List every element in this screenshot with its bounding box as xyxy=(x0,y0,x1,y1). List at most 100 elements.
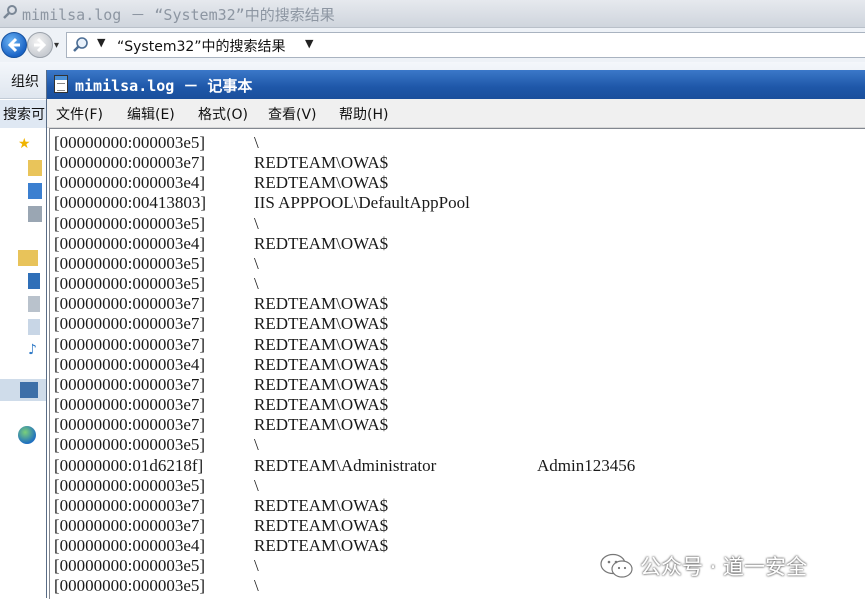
log-line-id: [00000000:000003e5] xyxy=(54,556,206,576)
log-line-user: IIS APPPOOL\DefaultAppPool xyxy=(254,193,470,213)
log-line-id: [00000000:000003e7] xyxy=(54,415,206,435)
notepad-title-bar[interactable]: mimilsa.log － 记事本 xyxy=(47,70,865,99)
folder-icon[interactable] xyxy=(28,160,42,176)
log-line-user: REDTEAM\OWA$ xyxy=(254,294,389,314)
log-line-id: [00000000:000003e7] xyxy=(54,515,206,535)
log-line-user: \ xyxy=(254,435,259,455)
favorites-star-icon[interactable]: ★ xyxy=(18,136,36,152)
address-dropdown-icon[interactable]: ▼ xyxy=(305,37,313,50)
log-line-user: REDTEAM\OWA$ xyxy=(254,395,389,415)
log-line-user: \ xyxy=(254,213,259,233)
network-globe-icon[interactable] xyxy=(18,426,36,444)
log-line-user: REDTEAM\OWA$ xyxy=(254,415,389,435)
log-line: [00000000:000003e5] \ xyxy=(54,214,635,234)
log-line-id: [00000000:000003e5] xyxy=(54,274,206,294)
log-line-id: [00000000:00413803] xyxy=(54,193,207,213)
documents-icon[interactable] xyxy=(28,319,40,335)
menu-help[interactable]: 帮助(H) xyxy=(339,104,388,124)
pictures-icon[interactable] xyxy=(28,296,40,312)
log-line-id: [00000000:000003e7] xyxy=(54,374,206,394)
log-line: [00000000:000003e4] REDTEAM\OWA$ xyxy=(54,173,635,193)
log-line: [00000000:000003e7] REDTEAM\OWA$ xyxy=(54,153,635,173)
watermark-text: 公众号 · 道一安全 xyxy=(640,555,808,579)
explorer-window-title: mimilsa.log － “System32”中的搜索结果 xyxy=(22,6,335,24)
log-line: [00000000:000003e5] \ xyxy=(54,254,635,274)
log-line-user: REDTEAM\OWA$ xyxy=(254,153,389,173)
log-line: [00000000:00413803] IIS APPPOOL\DefaultAp… xyxy=(54,193,635,213)
log-line-id: [00000000:000003e5] xyxy=(54,213,206,233)
log-line-id: [00000000:01d6218f] xyxy=(54,455,204,475)
log-line-id: [00000000:000003e7] xyxy=(54,495,206,515)
explorer-title-bar: mimilsa.log － “System32”中的搜索结果 xyxy=(0,0,865,28)
log-line: [00000000:000003e7] REDTEAM\OWA$ xyxy=(54,516,635,536)
music-icon[interactable]: ♪ xyxy=(28,342,46,358)
log-line: [00000000:000003e7] REDTEAM\OWA$ xyxy=(54,395,635,415)
desktop-icon[interactable] xyxy=(28,183,42,199)
network-places-icon[interactable] xyxy=(28,206,42,222)
log-line: [00000000:000003e4] REDTEAM\OWA$ xyxy=(54,234,635,254)
log-line-id: [00000000:000003e4] xyxy=(54,173,206,193)
log-line: [00000000:01d6218f] REDTEAM\Administrator… xyxy=(54,456,635,476)
notepad-window: mimilsa.log － 记事本 文件(F) 编辑(E) 格式(O) 查看(V… xyxy=(46,70,865,599)
log-line-user: \ xyxy=(254,253,259,273)
menu-format[interactable]: 格式(O) xyxy=(198,104,248,124)
menu-file[interactable]: 文件(F) xyxy=(56,104,103,124)
log-line-user: \ xyxy=(254,576,259,596)
forward-button[interactable] xyxy=(27,32,53,58)
log-line: [00000000:000003e5] \ xyxy=(54,133,635,153)
address-bar[interactable]: ▼ “System32”中的搜索结果 ▼ xyxy=(66,32,865,58)
back-arrow-icon xyxy=(7,37,20,53)
notepad-icon xyxy=(54,75,68,93)
explorer-address-row: ▾ ▼ “System32”中的搜索结果 ▼ xyxy=(0,28,865,62)
log-line: [00000000:000003e5] \ xyxy=(54,435,635,455)
log-line-id: [00000000:000003e5] xyxy=(54,475,206,495)
log-line: [00000000:000003e7] REDTEAM\OWA$ xyxy=(54,496,635,516)
log-line-id: [00000000:000003e7] xyxy=(54,294,206,314)
log-line-user: \ xyxy=(254,133,259,152)
log-line-user: REDTEAM\OWA$ xyxy=(254,354,389,374)
log-lines: [00000000:000003e5] \ [00000000:000003e7] R… xyxy=(54,133,635,597)
log-line-id: [00000000:000003e7] xyxy=(54,334,206,354)
menu-edit[interactable]: 编辑(E) xyxy=(127,104,175,124)
menu-view[interactable]: 查看(V) xyxy=(268,104,317,124)
log-line-id: [00000000:000003e7] xyxy=(54,314,206,334)
computer-nav-item[interactable] xyxy=(0,379,47,401)
log-line: [00000000:000003e7] REDTEAM\OWA$ xyxy=(54,415,635,435)
log-line-user: \ xyxy=(254,556,259,576)
back-button[interactable] xyxy=(1,32,27,58)
log-line: [00000000:000003e5] \ xyxy=(54,274,635,294)
log-line-user: REDTEAM\OWA$ xyxy=(254,515,389,535)
organize-button[interactable]: 组织 xyxy=(11,71,39,91)
watermark: 公众号 · 道一安全 xyxy=(600,551,850,581)
search-folder-icon xyxy=(3,5,17,19)
log-line-id: [00000000:000003e4] xyxy=(54,233,206,253)
breadcrumb-chevron-icon[interactable]: ▼ xyxy=(97,36,105,49)
log-line-user: REDTEAM\OWA$ xyxy=(254,495,389,515)
log-line-user: REDTEAM\OWA$ xyxy=(254,314,389,334)
forward-arrow-icon xyxy=(34,37,47,53)
log-line-id: [00000000:000003e5] xyxy=(54,253,206,273)
log-line-id: [00000000:000003e7] xyxy=(54,153,206,173)
log-line-id: [00000000:000003e4] xyxy=(54,354,206,374)
address-text: “System32”中的搜索结果 xyxy=(117,39,286,55)
log-line: [00000000:000003e5] \ xyxy=(54,556,635,576)
log-line: [00000000:000003e7] REDTEAM\OWA$ xyxy=(54,335,635,355)
notepad-text-area[interactable]: [00000000:000003e5] \ [00000000:000003e7] R… xyxy=(49,128,865,599)
search-again-label[interactable]: 搜索可 xyxy=(0,100,47,128)
recent-pages-dropdown[interactable]: ▾ xyxy=(54,40,59,51)
log-line-user: REDTEAM\OWA$ xyxy=(254,173,389,193)
computer-icon xyxy=(20,382,38,398)
videos-icon[interactable] xyxy=(28,273,40,289)
log-line: [00000000:000003e7] REDTEAM\OWA$ xyxy=(54,375,635,395)
log-line-id: [00000000:000003e5] xyxy=(54,133,206,152)
log-line-user: REDTEAM\OWA$ xyxy=(254,536,389,556)
libraries-icon[interactable] xyxy=(18,250,38,266)
log-line: [00000000:000003e4] REDTEAM\OWA$ xyxy=(54,536,635,556)
notepad-title: mimilsa.log － 记事本 xyxy=(75,77,253,95)
log-line-user: \ xyxy=(254,475,259,495)
log-line-id: [00000000:000003e5] xyxy=(54,576,206,596)
log-line: [00000000:000003e5] \ xyxy=(54,576,635,596)
log-line: [00000000:000003e5] \ xyxy=(54,476,635,496)
log-line: [00000000:000003e7] REDTEAM\OWA$ xyxy=(54,314,635,334)
log-line-password: Admin123456 xyxy=(537,455,636,475)
